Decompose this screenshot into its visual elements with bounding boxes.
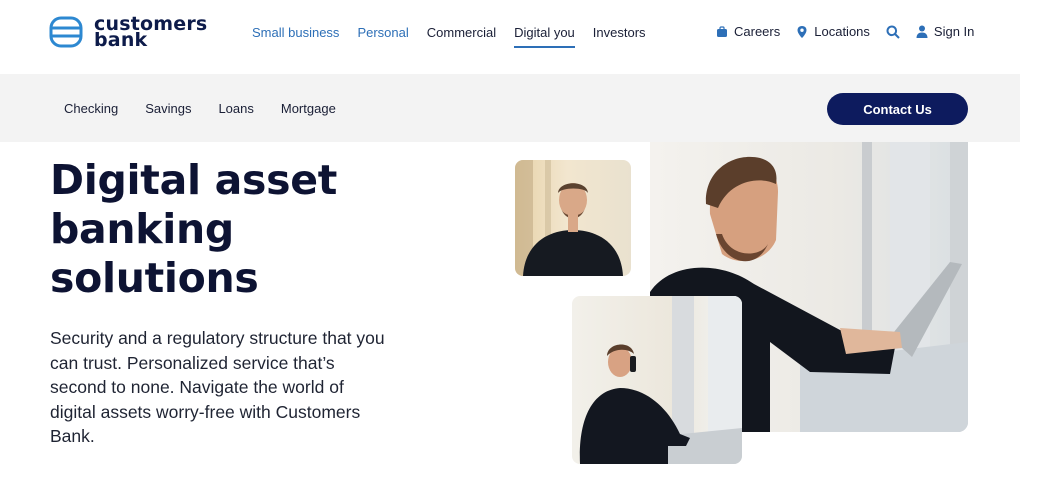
utility-nav: Careers Locations Sign In	[716, 24, 990, 39]
hero-description: Security and a regulatory structure that…	[50, 328, 385, 446]
briefcase-icon	[717, 25, 727, 37]
search-icon	[886, 25, 900, 39]
hero-title-line-1: Digital asset	[50, 156, 338, 204]
search-button[interactable]	[886, 25, 900, 39]
nav-small-business[interactable]: Small business	[252, 25, 339, 46]
site-header: customers bank Small business Personal C…	[0, 0, 1040, 74]
user-icon	[916, 25, 928, 38]
location-pin-icon	[797, 25, 807, 38]
brand-wordmark: customers bank	[94, 15, 207, 50]
subnav-mortgage[interactable]: Mortgage	[281, 101, 336, 116]
subnav-loans[interactable]: Loans	[218, 101, 253, 116]
nav-personal[interactable]: Personal	[357, 25, 408, 46]
hero-title-line-2: banking	[50, 205, 234, 253]
sign-in-label: Sign In	[933, 24, 975, 39]
locations-label: Locations	[814, 24, 870, 39]
subnav-checking[interactable]: Checking	[64, 101, 118, 116]
nav-investors[interactable]: Investors	[593, 25, 646, 46]
locations-link[interactable]: Locations	[796, 24, 870, 39]
man-on-phone-photo	[572, 296, 742, 464]
contact-us-button[interactable]: Contact Us	[827, 93, 968, 125]
main-nav: Small business Personal Commercial Digit…	[252, 25, 664, 48]
subnav-savings[interactable]: Savings	[145, 101, 191, 116]
careers-label: Careers	[734, 24, 781, 39]
sign-in-link[interactable]: Sign In	[916, 24, 974, 39]
logo-mark-icon	[49, 16, 83, 48]
careers-link[interactable]: Careers	[716, 24, 780, 39]
nav-commercial[interactable]: Commercial	[427, 25, 496, 46]
sub-nav: Checking Savings Loans Mortgage	[64, 101, 363, 116]
hero-title-line-3: solutions	[50, 254, 259, 302]
hero-title: Digital asset banking solutions	[50, 156, 370, 303]
brand-logo[interactable]: customers bank	[49, 15, 207, 50]
portrait-photo	[515, 160, 631, 276]
sub-nav-bar: Checking Savings Loans Mortgage Contact …	[0, 74, 1020, 142]
nav-digital-you[interactable]: Digital you	[514, 25, 575, 48]
